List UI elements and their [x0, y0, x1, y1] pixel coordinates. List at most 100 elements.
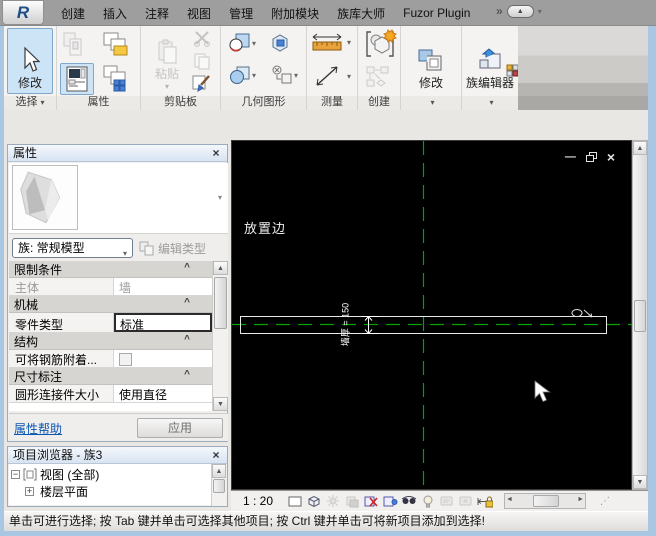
canvas-scroll-up[interactable]: ▲ [633, 141, 647, 155]
reveal-hidden-icon[interactable] [420, 494, 436, 509]
clipboard-group-label[interactable]: 剪贴板 [141, 96, 220, 110]
apply-button[interactable]: 应用 [137, 418, 223, 438]
detail-level-icon[interactable] [287, 494, 303, 509]
browser-scrollbar[interactable]: ▲ [211, 464, 226, 506]
ribbon-collapse-button[interactable]: ▲ [507, 5, 534, 18]
temporary-view-properties-icon[interactable] [458, 494, 474, 509]
geometry-group-label[interactable]: 几何图形 [221, 96, 306, 110]
measure-dropdown-icon[interactable]: ▾ [347, 38, 351, 47]
measure-group-label[interactable]: 测量 [307, 96, 357, 110]
tab-insert[interactable]: 插入 [94, 5, 136, 22]
dimension-dropdown-icon[interactable]: ▾ [347, 72, 351, 81]
preview-dropdown-icon[interactable]: ▾ [218, 193, 222, 202]
tree-expand-icon[interactable]: + [25, 487, 34, 496]
edit-type-button[interactable]: 编辑类型 [139, 239, 227, 258]
modify-group-label[interactable]: ▾ [401, 96, 461, 110]
canvas-vscroll-thumb[interactable] [634, 300, 646, 332]
solid-forms-button[interactable] [362, 64, 394, 90]
worksharing-display-icon[interactable] [439, 494, 455, 509]
section-mechanical[interactable]: 机械^ [9, 296, 212, 313]
view-close-icon[interactable]: × [607, 149, 615, 165]
family-editor-button[interactable]: 族编辑器 [464, 28, 516, 94]
wall-joins-button[interactable]: ▾ [224, 62, 260, 88]
tab-overflow-icon[interactable]: » [496, 4, 503, 18]
canvas-scroll-right[interactable]: ► [577, 496, 584, 503]
measure-button[interactable] [309, 29, 345, 57]
crop-view-icon[interactable] [363, 494, 379, 509]
canvas-hscrollbar[interactable]: ◄ ► [504, 493, 586, 509]
part-type-editor[interactable]: 标准 [114, 313, 212, 332]
type-properties-button[interactable] [99, 63, 133, 95]
demolish-button[interactable]: ▾ [265, 62, 303, 88]
tab-annotate[interactable]: 注释 [136, 5, 178, 22]
type-selector-combobox[interactable]: 族: 常规模型 ▾ [12, 238, 133, 258]
properties-close-icon[interactable]: × [209, 145, 223, 161]
properties-scroll-down[interactable]: ▼ [213, 397, 228, 411]
project-browser-header[interactable]: 项目浏览器 - 族3 × [8, 447, 227, 464]
copy-button[interactable] [189, 50, 215, 72]
properties-group-label[interactable]: 属性 [57, 96, 140, 110]
tab-family-library[interactable]: 族库大师 [328, 5, 394, 22]
create-group-label[interactable]: 创建 [358, 96, 400, 110]
join-geometry-button[interactable]: ▾ [224, 30, 260, 56]
paste-button[interactable]: 粘贴 ▾ [149, 28, 185, 94]
application-menu-button[interactable]: R [2, 0, 44, 25]
tab-manage[interactable]: 管理 [220, 5, 262, 22]
match-type-button[interactable] [189, 72, 215, 94]
property-row-rebar[interactable]: 可将钢筋附着... [9, 350, 212, 368]
property-row-round-connector[interactable]: 圆形连接件大小 使用直径 [9, 385, 212, 403]
cut-button[interactable] [189, 27, 215, 49]
component-button[interactable] [362, 29, 398, 59]
sun-path-icon[interactable] [325, 494, 341, 509]
project-browser-close-icon[interactable]: × [209, 447, 223, 463]
paste-label: 粘贴 [155, 65, 179, 82]
type-preview-row[interactable]: ▾ [9, 163, 228, 233]
canvas-scroll-down[interactable]: ▼ [633, 475, 647, 489]
tab-view[interactable]: 视图 [178, 5, 220, 22]
family-category-button[interactable] [99, 29, 133, 61]
properties-help-link[interactable]: 属性帮助 [14, 420, 62, 437]
canvas-vscrollbar[interactable]: ▲ ▼ [632, 140, 648, 490]
browser-scroll-up[interactable]: ▲ [212, 464, 226, 478]
modify-select-button[interactable]: 修改 [7, 28, 53, 94]
canvas-scroll-left[interactable]: ◄ [506, 496, 513, 503]
tab-fuzor-plugin[interactable]: Fuzor Plugin [394, 6, 479, 20]
properties-scroll-thumb[interactable] [214, 277, 227, 329]
ribbon-collapse-dropdown-icon[interactable]: ▾ [538, 7, 542, 16]
section-dimensions[interactable]: 尺寸标注^ [9, 368, 212, 385]
view-scale-button[interactable]: 1 : 20 [243, 494, 273, 508]
rebar-checkbox[interactable] [119, 353, 132, 366]
properties-palette-button[interactable] [60, 63, 94, 95]
drawing-canvas[interactable]: 放置边 墙厚 = 150 — × [231, 140, 632, 490]
temporary-hide-isolate-icon[interactable] [401, 494, 417, 509]
crop-region-icon[interactable] [382, 494, 398, 509]
properties-scrollbar[interactable]: ▲ ▼ [212, 261, 228, 411]
drawing-geometry [232, 141, 632, 490]
properties-panel-header[interactable]: 属性 × [8, 145, 227, 162]
tree-item-views[interactable]: − 视图 (全部) [11, 466, 99, 482]
lock-view-icon[interactable] [477, 494, 493, 509]
family-editor-group-label[interactable]: ▾ [462, 96, 518, 110]
property-row-host[interactable]: 主体 墙 [9, 278, 212, 296]
cut-geometry-button[interactable] [265, 30, 295, 56]
wall-thickness-dimension-label[interactable]: 墙厚 = 150 [339, 290, 352, 360]
tree-item-floor-plans[interactable]: + 楼层平面 [25, 483, 88, 499]
browser-scroll-thumb[interactable] [213, 479, 225, 493]
shadows-icon[interactable] [344, 494, 360, 509]
view-restore-icon[interactable] [586, 152, 597, 162]
resize-grip-icon[interactable]: ⋰ [600, 496, 610, 507]
property-row-part-type[interactable]: 零件类型 标准 [9, 313, 212, 333]
visual-style-icon[interactable] [306, 494, 322, 509]
select-group-label[interactable]: 选择▾ [4, 96, 56, 110]
modify-panel-button[interactable]: 修改 [407, 28, 455, 94]
view-minimize-icon[interactable]: — [565, 151, 576, 163]
section-structural[interactable]: 结构^ [9, 333, 212, 350]
properties-scroll-up[interactable]: ▲ [213, 261, 228, 275]
canvas-hscroll-thumb[interactable] [533, 495, 559, 507]
section-constraints[interactable]: 限制条件^ [9, 261, 212, 278]
tab-create[interactable]: 创建 [52, 5, 94, 22]
tab-addins[interactable]: 附加模块 [262, 5, 328, 22]
family-types-button[interactable] [60, 29, 94, 61]
aligned-dimension-button[interactable] [309, 62, 345, 90]
tree-collapse-icon[interactable]: − [11, 470, 20, 479]
